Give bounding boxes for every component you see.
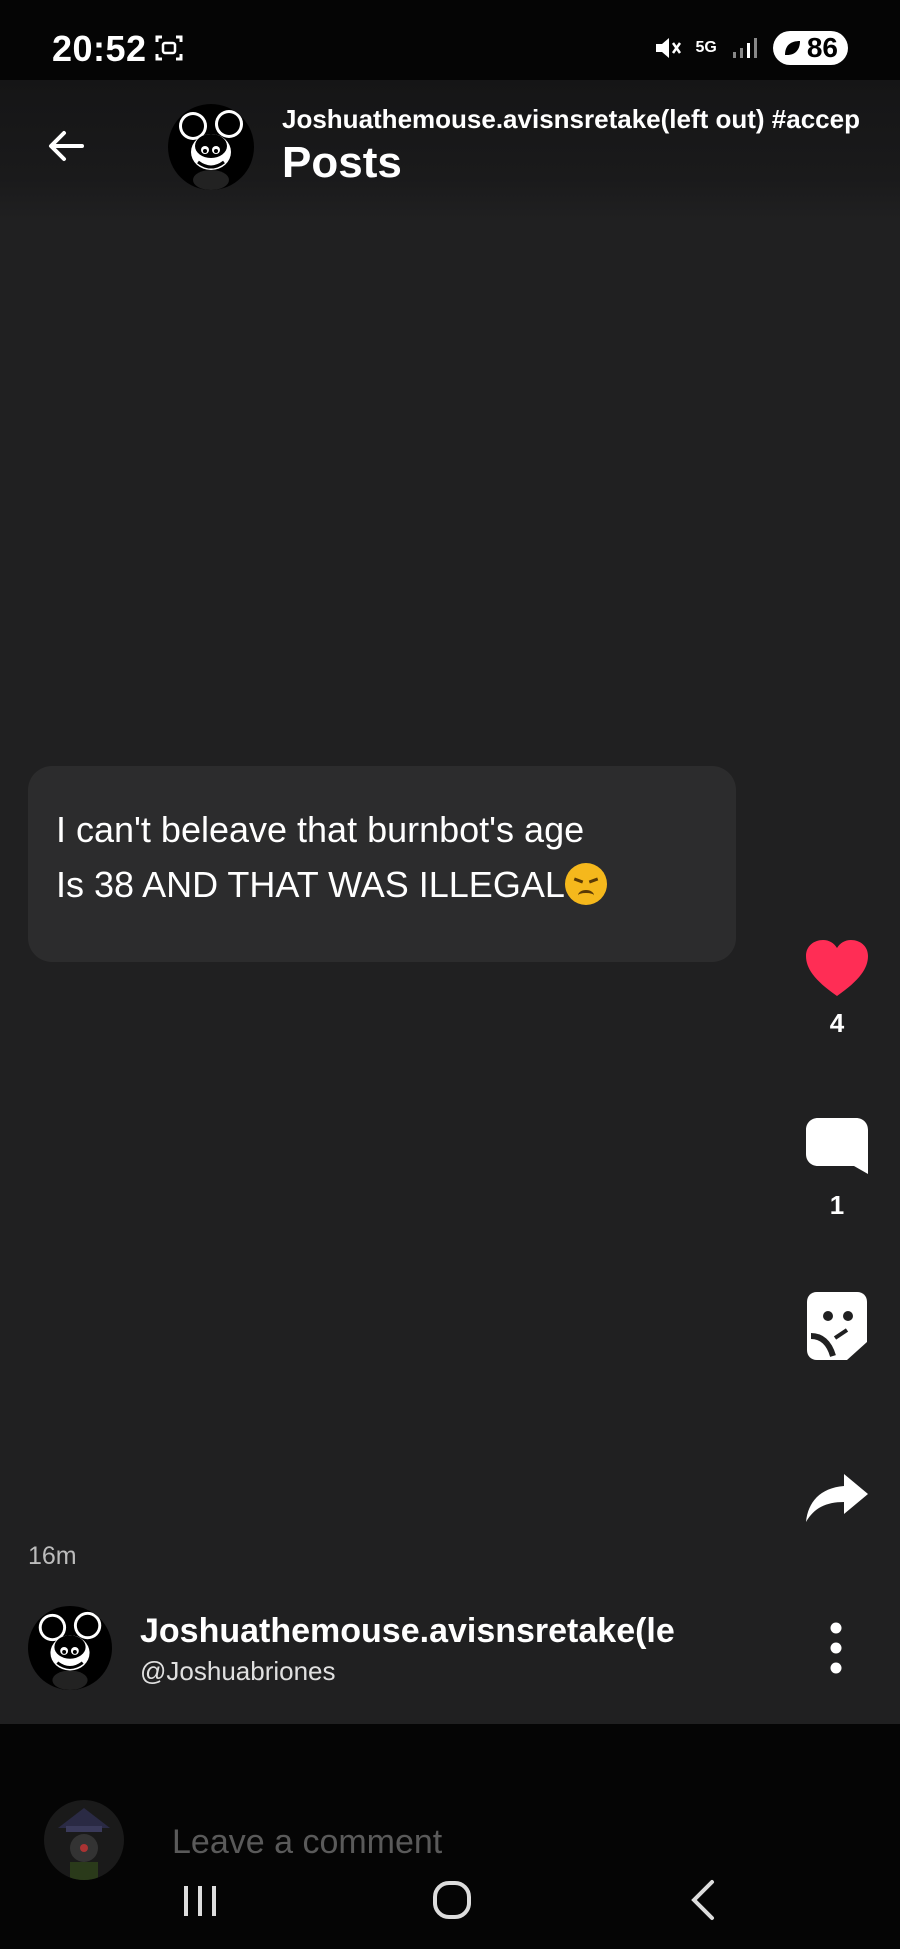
- disappointed-face-emoji-icon: [564, 863, 607, 905]
- comment-count: 1: [829, 1190, 845, 1220]
- battery-indicator: 86: [772, 31, 848, 65]
- screenshot-icon: [155, 35, 183, 61]
- sticker-button[interactable]: [800, 1290, 874, 1362]
- system-navigation-bar: [0, 1860, 900, 1949]
- home-icon[interactable]: [422, 1870, 482, 1930]
- post-content: I can't beleave that burnbot's age Is 38…: [28, 766, 736, 962]
- heart-icon[interactable]: [804, 938, 870, 998]
- post-text-line-1: I can't beleave that burnbot's age: [56, 809, 585, 850]
- back-nav-icon[interactable]: [674, 1870, 734, 1930]
- post-text-line-2-wrap: Is 38 AND THAT WAS ILLEGAL: [56, 857, 708, 912]
- community-name: Joshuathemouse.avisnsretake(left out) #a…: [282, 104, 860, 134]
- app-header: Joshuathemouse.avisnsretake(left out) #a…: [0, 80, 900, 220]
- author-avatar[interactable]: [28, 1606, 112, 1690]
- mute-icon: [655, 38, 681, 58]
- like-button[interactable]: 4: [800, 938, 874, 1039]
- post-text-line-2: Is 38 AND THAT WAS ILLEGAL: [56, 864, 565, 905]
- network-type: 5G: [695, 39, 717, 56]
- status-icons: 5G 86: [652, 28, 848, 68]
- community-avatar[interactable]: [168, 104, 254, 190]
- author-row[interactable]: Joshuathemouse.avisnsretake(le @Joshuabr…: [0, 1600, 900, 1720]
- page-title: Posts: [282, 138, 402, 187]
- share-button[interactable]: [800, 1472, 874, 1524]
- battery-saver-icon: [784, 41, 800, 55]
- comment-bubble-icon[interactable]: [804, 1116, 870, 1180]
- share-arrow-icon[interactable]: [804, 1472, 870, 1524]
- author-handle[interactable]: @Joshuabriones: [140, 1656, 336, 1687]
- author-name[interactable]: Joshuathemouse.avisnsretake(le: [140, 1612, 680, 1651]
- signal-icon: [732, 38, 757, 58]
- like-count: 4: [829, 1008, 845, 1038]
- sticker-icon[interactable]: [805, 1290, 869, 1362]
- recent-apps-icon[interactable]: [170, 1870, 230, 1930]
- mouse-character-icon: [179, 110, 243, 190]
- status-bar: 20:52 5G 86: [0, 0, 900, 80]
- back-arrow-icon[interactable]: [42, 122, 90, 170]
- post-time: 16m: [28, 1542, 77, 1570]
- mouse-character-icon: [38, 1611, 102, 1690]
- comment-button[interactable]: 1: [800, 1116, 874, 1221]
- battery-level: 86: [806, 32, 838, 63]
- more-options-icon[interactable]: [830, 1618, 842, 1678]
- status-time: 20:52: [52, 28, 147, 69]
